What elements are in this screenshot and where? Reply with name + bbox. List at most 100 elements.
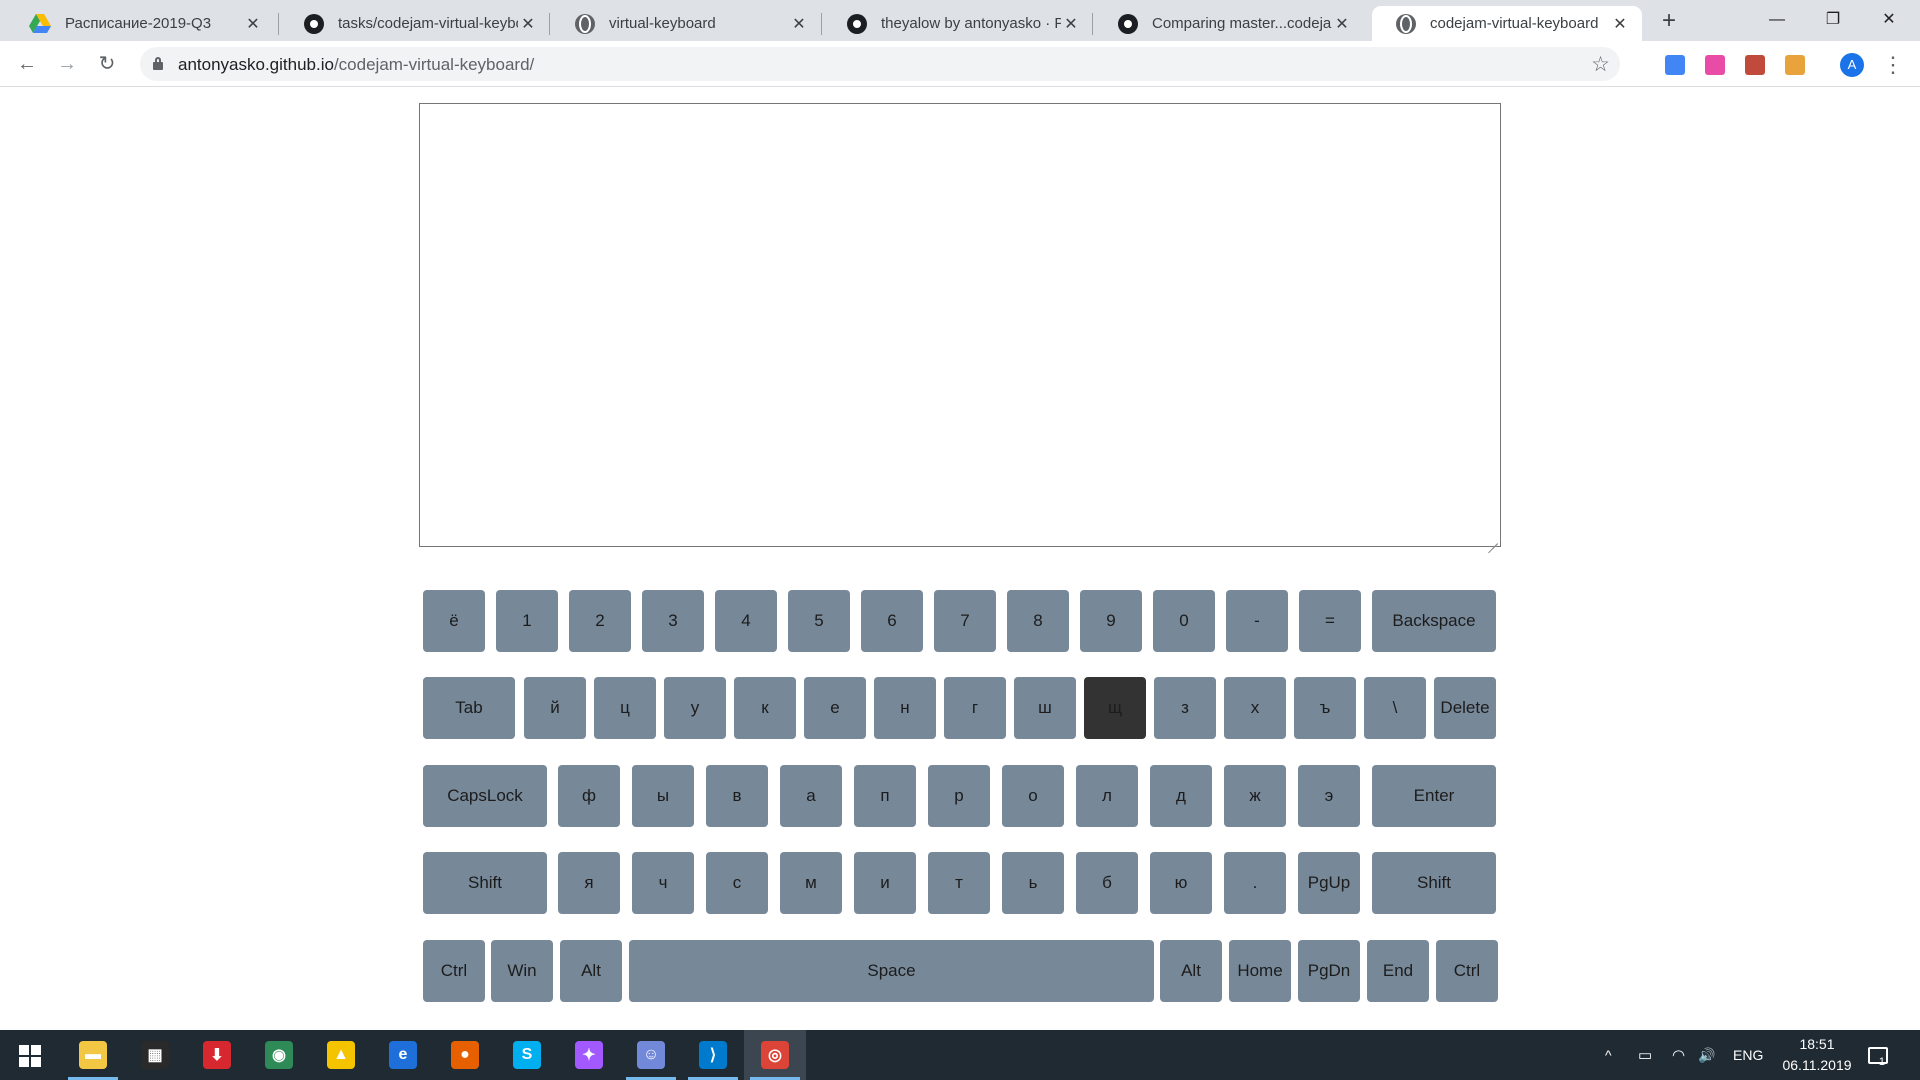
- key-char[interactable]: 0: [1153, 590, 1215, 652]
- key-char[interactable]: 1: [496, 590, 558, 652]
- key-char[interactable]: д: [1150, 765, 1212, 827]
- taskbar-app[interactable]: ◎: [744, 1030, 806, 1080]
- key-char[interactable]: ы: [632, 765, 694, 827]
- key-backspace[interactable]: Backspace: [1372, 590, 1496, 652]
- key-char[interactable]: о: [1002, 765, 1064, 827]
- key-char[interactable]: =: [1299, 590, 1361, 652]
- taskbar-app[interactable]: ✦: [558, 1030, 620, 1080]
- key-char[interactable]: ъ: [1294, 677, 1356, 739]
- ruler-extension-icon[interactable]: [1785, 55, 1805, 75]
- keyboard-output-textarea[interactable]: [419, 103, 1501, 547]
- tab-close-icon[interactable]: ✕: [1610, 14, 1630, 34]
- key-char[interactable]: и: [854, 852, 916, 914]
- key-char[interactable]: ш: [1014, 677, 1076, 739]
- key-alt[interactable]: Alt: [1160, 940, 1222, 1002]
- key-win[interactable]: Win: [491, 940, 553, 1002]
- key-char[interactable]: ч: [632, 852, 694, 914]
- taskbar-app[interactable]: ⬇: [186, 1030, 248, 1080]
- lock-icon[interactable]: [153, 57, 163, 70]
- key-char[interactable]: р: [928, 765, 990, 827]
- key-char[interactable]: б: [1076, 852, 1138, 914]
- key-char[interactable]: л: [1076, 765, 1138, 827]
- key-char[interactable]: 5: [788, 590, 850, 652]
- windows-start-icon[interactable]: [19, 1045, 41, 1067]
- bookmark-star-icon[interactable]: ☆: [1591, 52, 1610, 77]
- clock[interactable]: 18:51 06.11.2019: [1772, 1034, 1862, 1076]
- key-char[interactable]: щ: [1084, 677, 1146, 739]
- key-tab[interactable]: Tab: [423, 677, 515, 739]
- restore-window-button[interactable]: ❐: [1810, 2, 1856, 38]
- key-char[interactable]: 7: [934, 590, 996, 652]
- key-char[interactable]: а: [780, 765, 842, 827]
- key-char[interactable]: е: [804, 677, 866, 739]
- taskbar-app[interactable]: e: [372, 1030, 434, 1080]
- key-char[interactable]: й: [524, 677, 586, 739]
- browser-tab[interactable]: Расписание-2019-Q3 ✕: [5, 6, 275, 41]
- tab-close-icon[interactable]: ✕: [518, 14, 538, 34]
- resize-grip-icon[interactable]: [1488, 534, 1498, 544]
- taskbar-app[interactable]: ⟩: [682, 1030, 744, 1080]
- key-char[interactable]: ц: [594, 677, 656, 739]
- key-char[interactable]: ф: [558, 765, 620, 827]
- key-char[interactable]: 4: [715, 590, 777, 652]
- key-ctrl[interactable]: Ctrl: [1436, 940, 1498, 1002]
- key-char[interactable]: 9: [1080, 590, 1142, 652]
- key-char[interactable]: ь: [1002, 852, 1064, 914]
- key-char[interactable]: .: [1224, 852, 1286, 914]
- taskbar-app[interactable]: ☺: [620, 1030, 682, 1080]
- key-char[interactable]: 2: [569, 590, 631, 652]
- key-char[interactable]: п: [854, 765, 916, 827]
- key-char[interactable]: х: [1224, 677, 1286, 739]
- taskbar-app[interactable]: ▲: [310, 1030, 372, 1080]
- key-char[interactable]: м: [780, 852, 842, 914]
- google-translate-extension-icon[interactable]: [1665, 55, 1685, 75]
- taskbar-app[interactable]: S: [496, 1030, 558, 1080]
- key-char[interactable]: н: [874, 677, 936, 739]
- tab-close-icon[interactable]: ✕: [789, 14, 809, 34]
- key-char[interactable]: к: [734, 677, 796, 739]
- volume-icon[interactable]: 🔊: [1698, 1030, 1715, 1080]
- key-ctrl[interactable]: Ctrl: [423, 940, 485, 1002]
- key-char[interactable]: э: [1298, 765, 1360, 827]
- key-home[interactable]: Home: [1229, 940, 1291, 1002]
- browser-menu-icon[interactable]: ⋮: [1882, 50, 1904, 80]
- minimize-window-button[interactable]: —: [1754, 2, 1800, 38]
- browser-tab[interactable]: Comparing master...codejam ✕: [1094, 6, 1364, 41]
- key-capslock[interactable]: CapsLock: [423, 765, 547, 827]
- key-space[interactable]: Space: [629, 940, 1154, 1002]
- battery-icon[interactable]: ▭: [1638, 1030, 1652, 1080]
- taskbar-app[interactable]: ▦: [124, 1030, 186, 1080]
- forward-button[interactable]: →: [52, 49, 82, 79]
- key-char[interactable]: \: [1364, 677, 1426, 739]
- notifications-icon[interactable]: 1: [1868, 1030, 1888, 1080]
- input-language[interactable]: ENG: [1733, 1030, 1763, 1080]
- key-end[interactable]: End: [1367, 940, 1429, 1002]
- key-char[interactable]: ж: [1224, 765, 1286, 827]
- key-char[interactable]: 8: [1007, 590, 1069, 652]
- address-bar[interactable]: antonyasko.github.io/codejam-virtual-key…: [140, 47, 1620, 81]
- key-char[interactable]: ю: [1150, 852, 1212, 914]
- browser-tab[interactable]: codejam-virtual-keyboard ✕: [1372, 6, 1642, 41]
- taskbar-app[interactable]: ●: [434, 1030, 496, 1080]
- profile-avatar[interactable]: A: [1840, 53, 1864, 77]
- taskbar-app[interactable]: ▬: [62, 1030, 124, 1080]
- tab-close-icon[interactable]: ✕: [1332, 14, 1352, 34]
- browser-tab[interactable]: theyalow by antonyasko · Pu ✕: [823, 6, 1093, 41]
- key-char[interactable]: я: [558, 852, 620, 914]
- browser-tab[interactable]: virtual-keyboard ✕: [551, 6, 821, 41]
- taskbar-app[interactable]: ◉: [248, 1030, 310, 1080]
- tab-close-icon[interactable]: ✕: [243, 14, 263, 34]
- key-char[interactable]: т: [928, 852, 990, 914]
- browser-tab[interactable]: tasks/codejam-virtual-keybo ✕: [280, 6, 550, 41]
- key-pgup[interactable]: PgUp: [1298, 852, 1360, 914]
- back-button[interactable]: ←: [12, 49, 42, 79]
- key-shift[interactable]: Shift: [423, 852, 547, 914]
- wifi-icon[interactable]: ◠: [1672, 1030, 1685, 1080]
- key-enter[interactable]: Enter: [1372, 765, 1496, 827]
- key-char[interactable]: 3: [642, 590, 704, 652]
- key-alt[interactable]: Alt: [560, 940, 622, 1002]
- key-char[interactable]: ё: [423, 590, 485, 652]
- pdf-extension-icon[interactable]: [1745, 55, 1765, 75]
- key-char[interactable]: г: [944, 677, 1006, 739]
- reload-button[interactable]: ↻: [92, 49, 122, 79]
